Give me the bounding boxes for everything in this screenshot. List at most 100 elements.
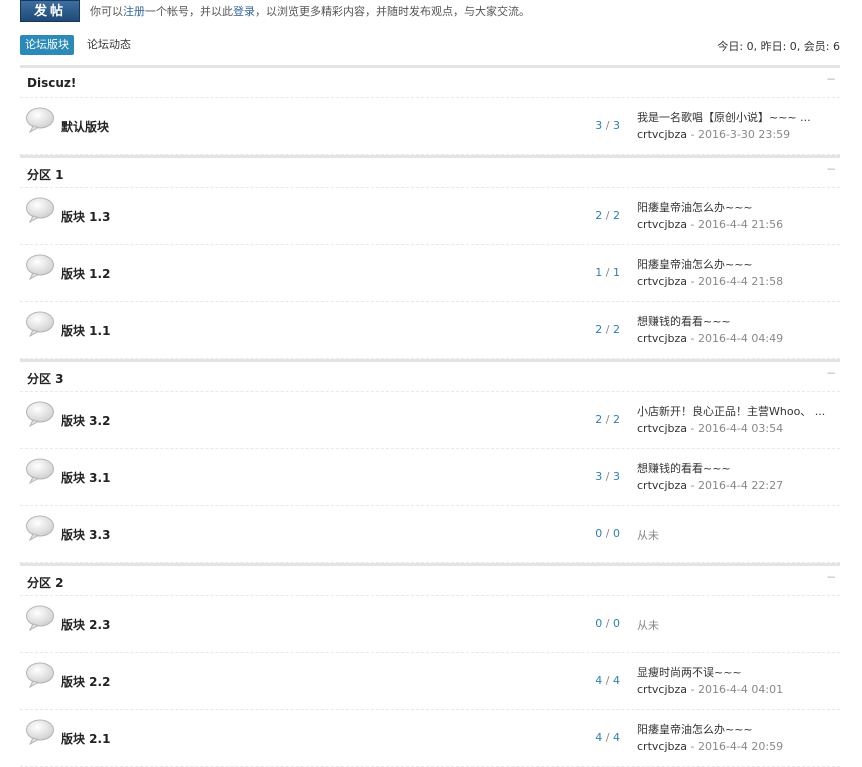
meta-separator: -: [687, 332, 698, 345]
last-post-user[interactable]: crtvcjbza: [637, 740, 687, 753]
forum-row: 版块 2.3 0 / 0 从未: [20, 596, 840, 653]
tab-forum-activity[interactable]: 论坛动态: [87, 35, 131, 55]
count-separator: /: [602, 119, 613, 132]
post-count: 0: [613, 617, 620, 630]
last-post: 小店新开！良心正品！主营Whoo、 ... crtvcjbza - 2016-4-…: [637, 403, 827, 435]
forum-bubble-icon: [26, 401, 54, 427]
top-bar: 发帖 你可以注册一个帐号，并以此登录，以浏览更多精彩内容，并随时发布观点，与大家…: [20, 0, 850, 24]
last-post-time: 2016-4-4 04:49: [697, 332, 784, 345]
count-separator: /: [602, 266, 613, 279]
forum-bubble-icon: [26, 107, 54, 133]
forum-name-link[interactable]: 版块 2.3: [61, 616, 110, 633]
forum-counts: 0 / 0: [540, 617, 620, 630]
forum-counts: 4 / 4: [540, 674, 620, 687]
category-name[interactable]: 分区 3: [27, 370, 64, 387]
last-post-title[interactable]: 我是一名歌唱【原创小说】~~~ ...: [637, 109, 827, 125]
forum-name-link[interactable]: 版块 3.2: [61, 412, 110, 429]
register-link[interactable]: 注册: [123, 5, 145, 18]
count-separator: /: [602, 323, 613, 336]
forum-counts: 1 / 1: [540, 266, 620, 279]
last-post: 想赚钱的看看~~~ crtvcjbza - 2016-4-4 04:49: [637, 313, 827, 345]
meta-separator: -: [687, 740, 698, 753]
last-post-meta: crtvcjbza - 2016-4-4 22:27: [637, 479, 827, 492]
forum-row: 版块 3.3 0 / 0 从未: [20, 506, 840, 563]
last-post-user[interactable]: crtvcjbza: [637, 479, 687, 492]
forum-counts: 3 / 3: [540, 119, 620, 132]
collapse-icon[interactable]: −: [826, 366, 836, 380]
forum-counts: 2 / 2: [540, 323, 620, 336]
forum-name-link[interactable]: 版块 1.2: [61, 265, 110, 282]
last-post-time: 2016-4-4 21:56: [697, 218, 784, 231]
collapse-icon[interactable]: −: [826, 570, 836, 584]
last-post-meta: crtvcjbza - 2016-4-4 20:59: [637, 740, 827, 753]
last-post-title[interactable]: 显瘦时尚两不误~~~: [637, 664, 827, 680]
meta-separator: -: [687, 422, 698, 435]
forum-bubble-icon: [26, 719, 54, 745]
count-separator: /: [602, 413, 613, 426]
last-post-time: 2016-4-4 20:59: [697, 740, 784, 753]
count-separator: /: [602, 617, 613, 630]
last-post-user[interactable]: crtvcjbza: [637, 332, 687, 345]
last-post-user[interactable]: crtvcjbza: [637, 683, 687, 696]
category-name[interactable]: Discuz!: [27, 76, 76, 90]
collapse-icon[interactable]: −: [826, 72, 836, 86]
forum-name-link[interactable]: 版块 3.1: [61, 469, 110, 486]
forum-list: Discuz! − 默认版块 3 / 3 我是一名歌唱【原创小说】~~~ ... crtv…: [20, 65, 840, 767]
last-post-user[interactable]: crtvcjbza: [637, 422, 687, 435]
forum-bubble-icon: [26, 515, 54, 541]
last-post-time: 2016-4-4 21:58: [697, 275, 784, 288]
category-name[interactable]: 分区 1: [27, 166, 64, 183]
tab-forum-list[interactable]: 论坛版块: [20, 35, 74, 55]
last-post-user[interactable]: crtvcjbza: [637, 128, 687, 141]
forum-counts: 4 / 4: [540, 731, 620, 744]
login-notice: 你可以注册一个帐号，并以此登录，以浏览更多精彩内容，并随时发布观点，与大家交流。: [90, 3, 530, 19]
forum-row: 版块 2.1 4 / 4 阳痿皇帝油怎么办~~~ crtvcjbza - 2016-4…: [20, 710, 840, 767]
forum-name-link[interactable]: 版块 2.1: [61, 730, 110, 747]
last-post-never: 从未: [637, 529, 659, 542]
notice-text-3: ，以浏览更多精彩内容，并随时发布观点，与大家交流。: [255, 5, 530, 18]
notice-text-1: 你可以: [90, 5, 123, 18]
last-post-title[interactable]: 阳痿皇帝油怎么办~~~: [637, 256, 827, 272]
forum-row: 默认版块 3 / 3 我是一名歌唱【原创小说】~~~ ... crtvcjbza - …: [20, 98, 840, 155]
last-post-title[interactable]: 阳痿皇帝油怎么办~~~: [637, 199, 827, 215]
login-link[interactable]: 登录: [233, 5, 255, 18]
forum-name-link[interactable]: 版块 3.3: [61, 526, 110, 543]
post-count: 1: [613, 266, 620, 279]
forum-bubble-icon: [26, 662, 54, 688]
category-header: 分区 2 −: [20, 563, 840, 596]
forum-row: 版块 3.2 2 / 2 小店新开！良心正品！主营Whoo、 ... crtvcjbz…: [20, 392, 840, 449]
last-post-meta: crtvcjbza - 2016-4-4 04:01: [637, 683, 827, 696]
last-post-title[interactable]: 想赚钱的看看~~~: [637, 313, 827, 329]
last-post: 想赚钱的看看~~~ crtvcjbza - 2016-4-4 22:27: [637, 460, 827, 492]
post-button[interactable]: 发帖: [20, 0, 80, 22]
forum-counts: 0 / 0: [540, 527, 620, 540]
count-separator: /: [602, 731, 613, 744]
forum-bubble-icon: [26, 311, 54, 337]
post-count: 2: [613, 323, 620, 336]
post-count: 4: [613, 674, 620, 687]
category-name[interactable]: 分区 2: [27, 574, 64, 591]
last-post-meta: crtvcjbza - 2016-4-4 21:58: [637, 275, 827, 288]
forum-row: 版块 3.1 3 / 3 想赚钱的看看~~~ crtvcjbza - 2016-4-4…: [20, 449, 840, 506]
post-count: 3: [613, 470, 620, 483]
meta-separator: -: [687, 275, 698, 288]
meta-separator: -: [687, 128, 698, 141]
count-separator: /: [602, 209, 613, 222]
forum-name-link[interactable]: 版块 1.1: [61, 322, 110, 339]
last-post-time: 2016-4-4 04:01: [697, 683, 784, 696]
category-header: 分区 1 −: [20, 155, 840, 188]
last-post-user[interactable]: crtvcjbza: [637, 218, 687, 231]
meta-separator: -: [687, 479, 698, 492]
last-post-title[interactable]: 阳痿皇帝油怎么办~~~: [637, 721, 827, 737]
last-post-never: 从未: [637, 619, 659, 632]
forum-bubble-icon: [26, 458, 54, 484]
last-post-user[interactable]: crtvcjbza: [637, 275, 687, 288]
last-post: 阳痿皇帝油怎么办~~~ crtvcjbza - 2016-4-4 21:58: [637, 256, 827, 288]
last-post-title[interactable]: 想赚钱的看看~~~: [637, 460, 827, 476]
forum-name-link[interactable]: 版块 2.2: [61, 673, 110, 690]
forum-name-link[interactable]: 版块 1.3: [61, 208, 110, 225]
post-count: 3: [613, 119, 620, 132]
forum-name-link[interactable]: 默认版块: [61, 118, 109, 135]
collapse-icon[interactable]: −: [826, 162, 836, 176]
last-post-title[interactable]: 小店新开！良心正品！主营Whoo、 ...: [637, 403, 827, 419]
